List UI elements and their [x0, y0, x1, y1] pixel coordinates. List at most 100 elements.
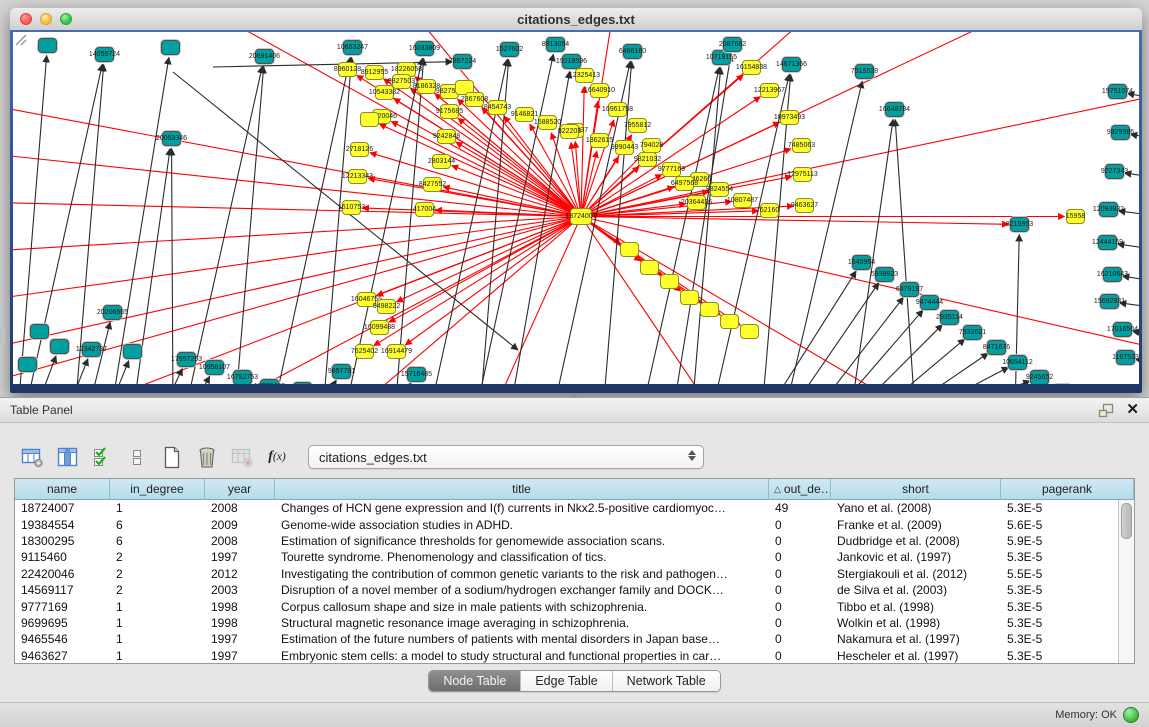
graph-node[interactable]: 17957253 [177, 352, 196, 367]
graph-node[interactable] [680, 290, 699, 305]
graph-node[interactable] [18, 357, 37, 372]
graph-node[interactable]: 9827503 [392, 74, 411, 89]
table-row[interactable]: 911546021997Tourette syndrome. Phenomeno… [15, 549, 1119, 565]
table-row[interactable]: 946362711997Embryonic stem cells: a mode… [15, 648, 1119, 663]
graph-node[interactable] [293, 382, 312, 384]
graph-node[interactable]: 10543382 [375, 85, 394, 100]
graph-node[interactable]: 15751074 [1108, 84, 1127, 99]
graph-node[interactable]: 9329966 [1111, 125, 1130, 140]
graph-node[interactable]: 1362615 [590, 133, 609, 148]
stacked-rows-icon[interactable] [125, 445, 149, 469]
graph-node[interactable]: 16648784 [885, 102, 904, 117]
table-row[interactable]: 1830029562008Estimation of significance … [15, 533, 1119, 549]
table-row[interactable]: 1872400712008Changes of HCN gene express… [15, 500, 1119, 516]
graph-node[interactable]: 6479197 [900, 282, 919, 297]
network-canvas[interactable]: 1872400714055724206914061065324716033809… [13, 32, 1139, 384]
column-header-title[interactable]: title [275, 479, 769, 500]
graph-node[interactable]: 14671366 [782, 57, 801, 72]
graph-node[interactable]: 20691406 [255, 49, 274, 64]
graph-node[interactable]: 12213967 [760, 83, 779, 98]
graph-node[interactable]: 7857224 [453, 54, 472, 69]
graph-node[interactable]: 16640910 [590, 83, 609, 98]
graph-node[interactable]: 10973493 [780, 110, 799, 125]
graph-node[interactable]: 2803144 [432, 154, 451, 169]
graph-node[interactable]: 12444159 [1098, 235, 1117, 250]
graph-node[interactable] [740, 324, 759, 339]
select-rows-icon[interactable] [90, 445, 114, 469]
graph-node[interactable]: 2718126 [350, 142, 369, 157]
graph-node[interactable]: 2367608 [465, 92, 484, 107]
column-header-pagerank[interactable]: pagerank [1001, 479, 1134, 500]
side-panel-grip[interactable] [0, 328, 5, 344]
graph-node[interactable]: 15716485 [407, 367, 426, 382]
graph-node[interactable]: 19218596 [562, 54, 581, 69]
graph-node[interactable]: 20053346 [162, 131, 181, 146]
graph-node[interactable]: 9824554 [710, 182, 729, 197]
graph-node[interactable]: 822203 [560, 124, 579, 139]
graph-node[interactable]: 12325413 [575, 68, 594, 83]
tab-edge-table[interactable]: Edge Table [521, 671, 612, 691]
graph-node[interactable]: 8215953 [1010, 217, 1029, 232]
close-panel-icon[interactable]: ✕ [1126, 403, 1139, 417]
graph-node[interactable]: 9498222 [377, 299, 396, 314]
graph-node[interactable]: 14055724 [95, 47, 114, 62]
graph-node[interactable]: 12093832 [1099, 202, 1118, 217]
graph-node[interactable]: 7515528 [855, 64, 874, 79]
graph-node[interactable]: 7625402 [355, 344, 374, 359]
graph-node[interactable]: 9857791 [332, 364, 351, 379]
graph-node[interactable] [50, 339, 69, 354]
graph-node[interactable]: 62160 [760, 203, 779, 218]
graph-node[interactable]: 12975113 [793, 167, 812, 182]
graph-node[interactable]: 2087682 [723, 37, 742, 52]
table-row[interactable]: 2242004622012Investigating the contribut… [15, 566, 1119, 582]
graph-node[interactable]: 9146821 [515, 107, 534, 122]
column-header-year[interactable]: year [205, 479, 275, 500]
graph-node[interactable]: 12923448 [260, 379, 279, 384]
graph-node[interactable]: 8471676 [987, 340, 1006, 355]
graph-node[interactable]: 9474444 [920, 295, 939, 310]
graph-node[interactable]: 7932621 [963, 325, 982, 340]
graph-node[interactable]: 9245652 [1030, 370, 1049, 384]
graph-node[interactable] [360, 112, 379, 127]
graph-node[interactable] [38, 38, 57, 53]
graph-node[interactable]: 9990443 [615, 140, 634, 155]
table-row[interactable]: 946554611997Estimation of the future num… [15, 631, 1119, 647]
graph-node[interactable] [30, 324, 49, 339]
tab-network-table[interactable]: Network Table [613, 671, 720, 691]
graph-node[interactable]: 8912955 [365, 65, 384, 80]
graph-node[interactable] [660, 274, 679, 289]
graph-node[interactable]: 10719155 [712, 50, 731, 65]
graph-node[interactable] [720, 314, 739, 329]
graph-node[interactable]: 9227343 [1105, 164, 1124, 179]
graph-node[interactable]: 1167533 [1116, 350, 1135, 365]
graph-node[interactable]: 16782753 [233, 370, 252, 384]
graph-node[interactable]: 15692931 [1100, 294, 1119, 309]
graph-node[interactable]: 9821032 [638, 152, 657, 167]
graph-node[interactable]: 12213343 [348, 169, 367, 184]
graph-node[interactable]: 7955812 [628, 118, 647, 133]
graph-node[interactable]: 1588520 [538, 115, 557, 130]
graph-node[interactable]: 20206565 [103, 305, 122, 320]
table-row[interactable]: 1456911722003Disruption of a novel membe… [15, 582, 1119, 598]
column-header-in_degree[interactable]: in_degree [110, 479, 205, 500]
graph-node[interactable]: 417004 [415, 202, 434, 217]
float-panel-icon[interactable] [1098, 403, 1114, 418]
close-window-button[interactable] [20, 13, 32, 25]
graph-node[interactable]: 12342737 [82, 342, 101, 357]
graph-node[interactable]: 7485063 [792, 138, 811, 153]
scrollbar-thumb[interactable] [1121, 503, 1132, 539]
graph-node[interactable]: 6466160 [623, 44, 642, 59]
graph-node[interactable]: 8454743 [488, 100, 507, 115]
window-titlebar[interactable]: citations_edges.txt [10, 8, 1142, 31]
graph-node[interactable] [123, 344, 142, 359]
table-vertical-scrollbar[interactable] [1118, 500, 1134, 663]
graph-node[interactable]: 8960128 [338, 62, 357, 77]
graph-node[interactable] [620, 242, 639, 257]
table-settings-icon[interactable] [20, 445, 44, 469]
graph-node[interactable]: 2935114 [940, 310, 959, 325]
table-row[interactable]: 977716911998Corpus callosum shape and si… [15, 598, 1119, 614]
graph-node[interactable]: 9777169 [662, 162, 681, 177]
graph-node[interactable] [700, 302, 719, 317]
graph-node[interactable]: 1640954 [852, 255, 871, 270]
resize-grip-icon[interactable] [13, 32, 27, 46]
